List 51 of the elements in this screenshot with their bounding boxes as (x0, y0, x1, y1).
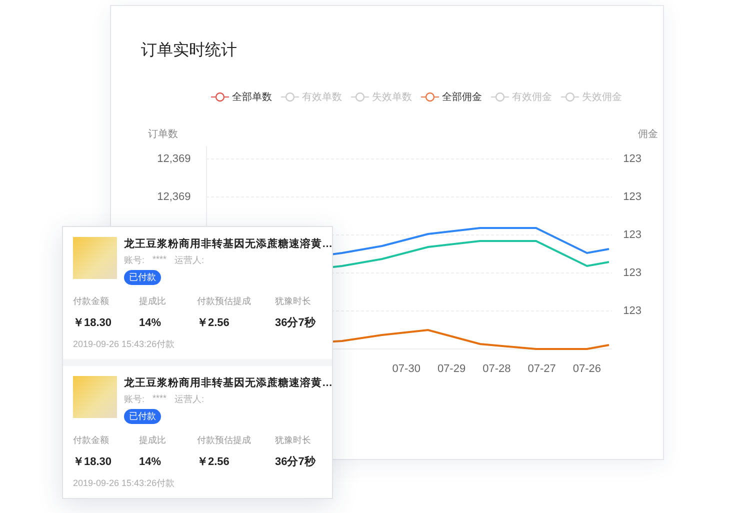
status-badge: 已付款 (124, 270, 161, 285)
payment-time: 2019-09-26 15:43:26付款 (73, 338, 175, 351)
axis-tick-label: 12,369 (156, 190, 191, 205)
axis-tick-label: 07-30 (392, 363, 420, 375)
axis-tick-label: 07-28 (482, 363, 511, 375)
stat-value: ￥2.56 (197, 455, 230, 469)
status-badge: 已付款 (124, 409, 161, 424)
stat-value: ￥18.30 (73, 455, 113, 469)
stat-label: 犹豫时长 (275, 434, 312, 447)
stat-label: 提成比 (139, 434, 167, 447)
axis-tick-label: 123 (623, 266, 643, 281)
product-title: 龙王豆浆粉商用非转基因无添蔗糖速溶黄… (124, 237, 332, 251)
legend-item[interactable]: 有效佣金 (491, 90, 552, 104)
photo-placeholder (73, 376, 117, 418)
chart-title: 订单实时统计 (141, 41, 238, 61)
stat-label: 提成比 (139, 295, 167, 308)
stat-label: 付款金额 (73, 434, 110, 447)
axis-title: 订单数 (148, 130, 178, 140)
axis-tick-label: 123 (623, 190, 643, 205)
account-value: **** (152, 393, 167, 405)
payment-time: 2019-09-26 15:43:26付款 (73, 477, 175, 490)
stat-label: 犹豫时长 (275, 295, 312, 308)
legend-item[interactable]: 全部单数 (211, 90, 272, 104)
stat-label: 付款金额 (73, 295, 110, 308)
stat-value: 36分7秒 (275, 316, 317, 330)
stat-value: ￥18.30 (73, 316, 113, 330)
operator-label: 运营人: (174, 393, 204, 406)
axis-tick-label: 123 (623, 152, 643, 167)
legend-item[interactable]: 失效佣金 (561, 90, 622, 104)
legend-item[interactable]: 全部佣金 (421, 90, 482, 104)
photo-placeholder (73, 237, 117, 279)
axis-tick-label: 12,369 (156, 152, 191, 167)
stat-value: 36分7秒 (275, 454, 317, 469)
account-value: **** (152, 254, 167, 266)
operator-label: 运营人: (174, 254, 204, 267)
account-label: 账号: (124, 254, 145, 267)
legend-item[interactable]: 有效单数 (281, 90, 342, 104)
axis-tick-label: 07-26 (572, 363, 601, 375)
account-label: 账号: (124, 393, 145, 406)
axis-title: 佣金 (638, 130, 658, 140)
stat-value: ￥2.56 (197, 316, 230, 330)
axis-tick-label: 07-29 (437, 363, 466, 375)
stat-label: 付款预估提成 (197, 295, 252, 308)
axis-tick-label: 123 (623, 304, 643, 319)
axis-tick-label: 123 (623, 228, 643, 243)
product-title: 龙王豆浆粉商用非转基因无添蔗糖速溶黄… (124, 376, 332, 390)
legend-item[interactable]: 失效单数 (351, 90, 412, 104)
axis-tick-label: 07-27 (528, 363, 556, 375)
stat-value: 14% (139, 456, 162, 468)
stat-value: 14% (139, 317, 162, 329)
stat-label: 付款预估提成 (197, 434, 252, 447)
